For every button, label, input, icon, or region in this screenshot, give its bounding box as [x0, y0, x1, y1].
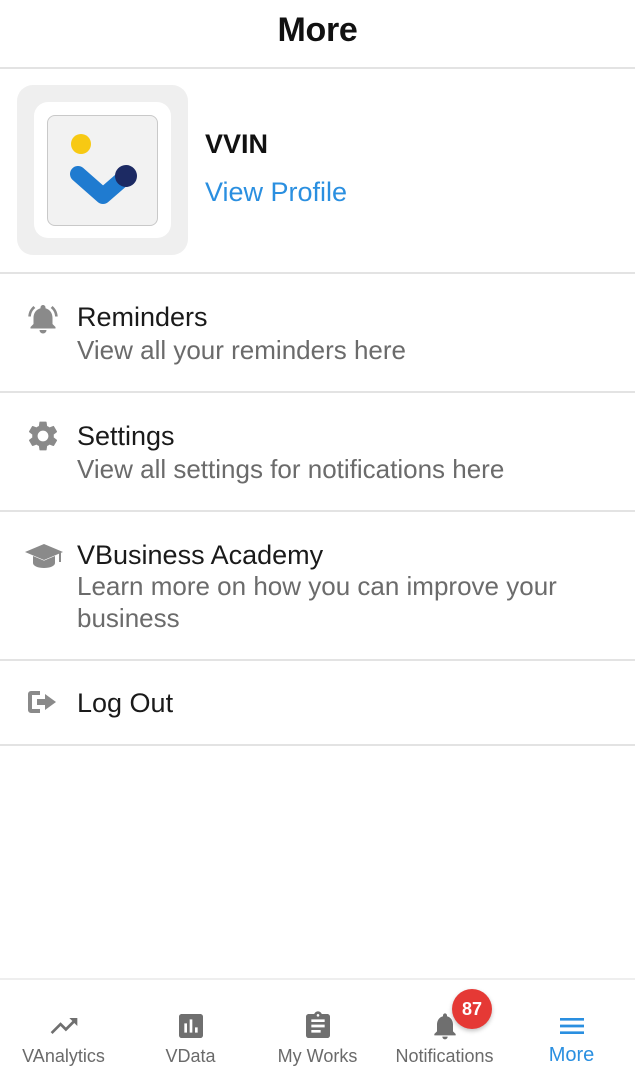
view-profile-link[interactable]: View Profile — [205, 177, 347, 208]
settings-subtitle: View all settings for notifications here — [77, 454, 505, 484]
company-logo — [47, 115, 158, 226]
nav-item-vanalytics[interactable]: VAnalytics — [0, 980, 127, 1092]
app-screen: More VVIN View Profile Reminders View al… — [0, 0, 635, 1092]
profile-section: VVIN View Profile — [0, 69, 635, 274]
trending-up-icon — [48, 1010, 80, 1042]
avatar-frame — [34, 102, 171, 238]
nav-label-vanalytics: VAnalytics — [22, 1046, 105, 1066]
bell-ring-icon — [25, 300, 61, 336]
nav-label-more: More — [548, 1044, 595, 1066]
graduation-cap-icon — [24, 538, 64, 574]
nav-item-more[interactable]: More — [508, 980, 635, 1092]
nav-item-my-works[interactable]: My Works — [254, 980, 381, 1092]
reminders-subtitle: View all your reminders here — [77, 335, 406, 365]
logout-icon — [25, 685, 61, 721]
settings-title: Settings — [77, 421, 175, 451]
avatar[interactable] — [17, 85, 188, 255]
vvin-logo-icon — [70, 134, 137, 204]
top-header: More — [0, 0, 635, 69]
page-title: More — [277, 11, 358, 49]
nav-item-vdata[interactable]: VData — [127, 980, 254, 1092]
academy-title: VBusiness Academy — [77, 540, 324, 570]
nav-label-my-works: My Works — [277, 1046, 358, 1066]
profile-name: VVIN — [205, 129, 269, 159]
notification-count-badge: 87 — [452, 989, 492, 1029]
menu-item-settings[interactable]: Settings View all settings for notificat… — [0, 393, 635, 512]
academy-subtitle: Learn more on how you can improve your b… — [77, 571, 557, 633]
menu-item-reminders[interactable]: Reminders View all your reminders here — [0, 274, 635, 393]
reminders-title: Reminders — [77, 302, 208, 332]
menu-item-academy[interactable]: VBusiness Academy Learn more on how you … — [0, 512, 635, 661]
bottom-navigation: VAnalytics VData My Works 87 Notificatio… — [0, 978, 635, 1092]
nav-item-notifications[interactable]: 87 Notifications — [381, 980, 508, 1092]
nav-label-notifications: Notifications — [395, 1046, 494, 1066]
menu-icon — [556, 1010, 588, 1042]
logout-title: Log Out — [77, 688, 174, 718]
clipboard-icon — [302, 1010, 334, 1042]
nav-label-vdata: VData — [165, 1046, 216, 1066]
menu-item-logout[interactable]: Log Out — [0, 661, 635, 746]
bar-chart-icon — [175, 1010, 207, 1042]
gear-icon — [25, 418, 61, 454]
